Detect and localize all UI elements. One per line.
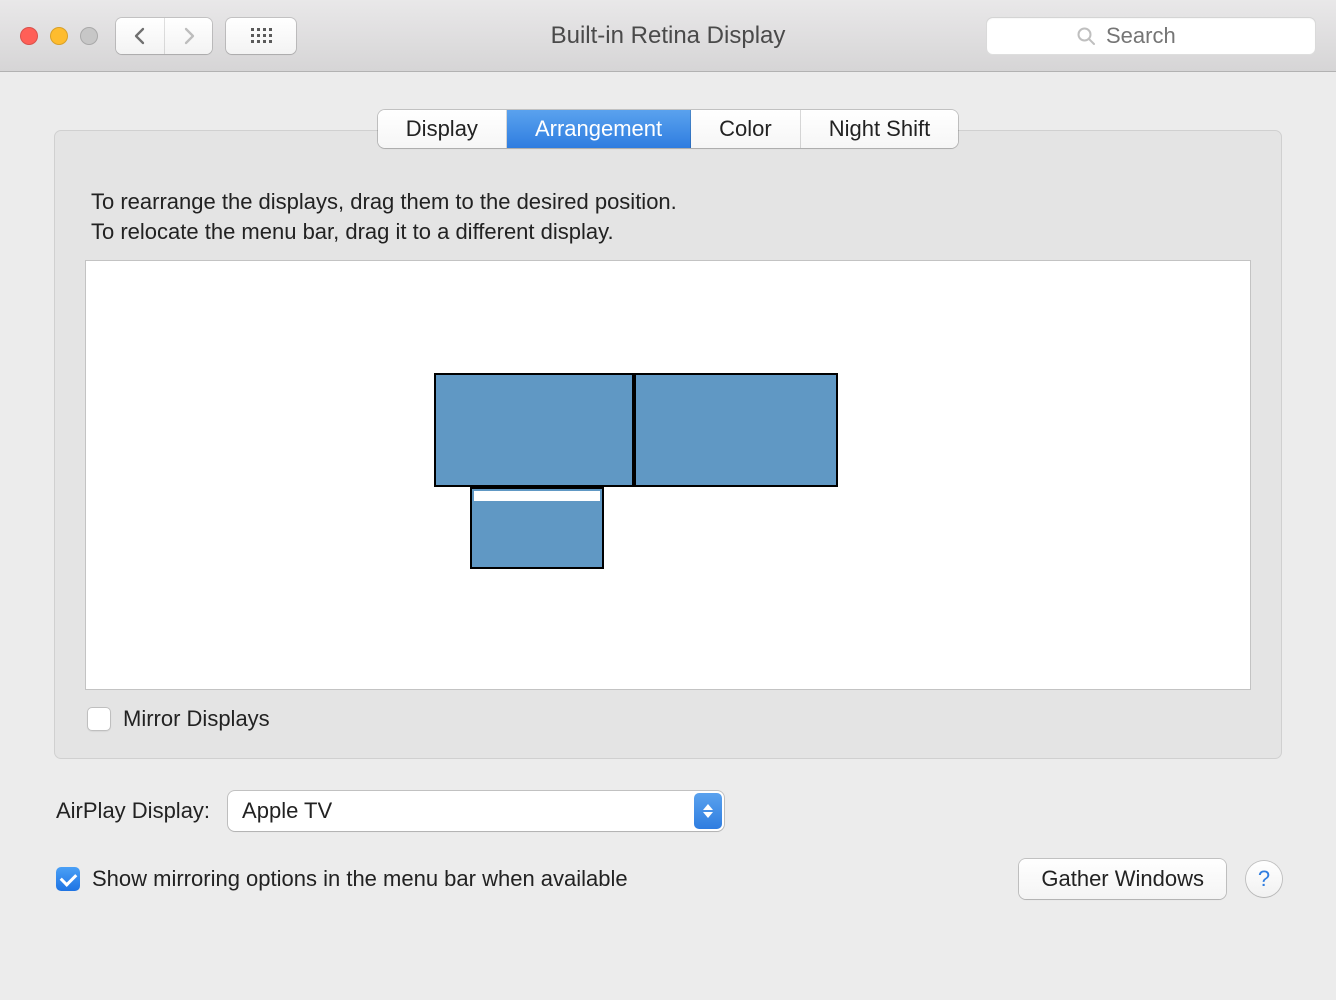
traffic-lights [20, 27, 98, 45]
search-icon [1076, 26, 1096, 46]
forward-button [164, 18, 212, 54]
display-external-right[interactable] [634, 373, 838, 487]
display-external-left[interactable] [434, 373, 634, 487]
arrangement-panel: To rearrange the displays, drag them to … [54, 130, 1282, 759]
popup-arrows-icon [694, 793, 722, 829]
display-builtin-primary[interactable] [470, 487, 604, 569]
menubar-indicator[interactable] [474, 491, 600, 501]
window-zoom-button [80, 27, 98, 45]
show-mirroring-label: Show mirroring options in the menu bar w… [92, 866, 628, 892]
mirror-displays-row[interactable]: Mirror Displays [87, 706, 1251, 732]
window-minimize-button[interactable] [50, 27, 68, 45]
tab-night-shift[interactable]: Night Shift [801, 110, 959, 148]
help-button[interactable]: ? [1246, 861, 1282, 897]
show-mirroring-checkbox[interactable] [56, 867, 80, 891]
instructions-line-1: To rearrange the displays, drag them to … [91, 187, 1251, 217]
arrangement-area[interactable] [85, 260, 1251, 690]
tab-bar: Display Arrangement Color Night Shift [378, 110, 958, 148]
back-button[interactable] [116, 18, 164, 54]
chevron-right-icon [182, 27, 196, 45]
instructions-text: To rearrange the displays, drag them to … [91, 187, 1251, 246]
grid-icon [251, 28, 272, 43]
mirror-displays-label: Mirror Displays [123, 706, 270, 732]
mirror-displays-checkbox[interactable] [87, 707, 111, 731]
show-all-button[interactable] [226, 18, 296, 54]
gather-windows-button[interactable]: Gather Windows [1019, 859, 1226, 899]
chevron-left-icon [133, 27, 147, 45]
window-titlebar: Built-in Retina Display [0, 0, 1336, 72]
history-nav [116, 18, 212, 54]
airplay-display-popup[interactable]: Apple TV [228, 791, 724, 831]
tab-display[interactable]: Display [378, 110, 507, 148]
window-close-button[interactable] [20, 27, 38, 45]
airplay-display-value: Apple TV [242, 798, 332, 824]
show-mirroring-row[interactable]: Show mirroring options in the menu bar w… [56, 866, 628, 892]
instructions-line-2: To relocate the menu bar, drag it to a d… [91, 217, 1251, 247]
airplay-display-label: AirPlay Display: [56, 798, 210, 824]
search-input[interactable] [1106, 23, 1226, 49]
tab-color[interactable]: Color [691, 110, 801, 148]
search-field[interactable] [986, 17, 1316, 55]
tab-arrangement[interactable]: Arrangement [507, 110, 691, 148]
